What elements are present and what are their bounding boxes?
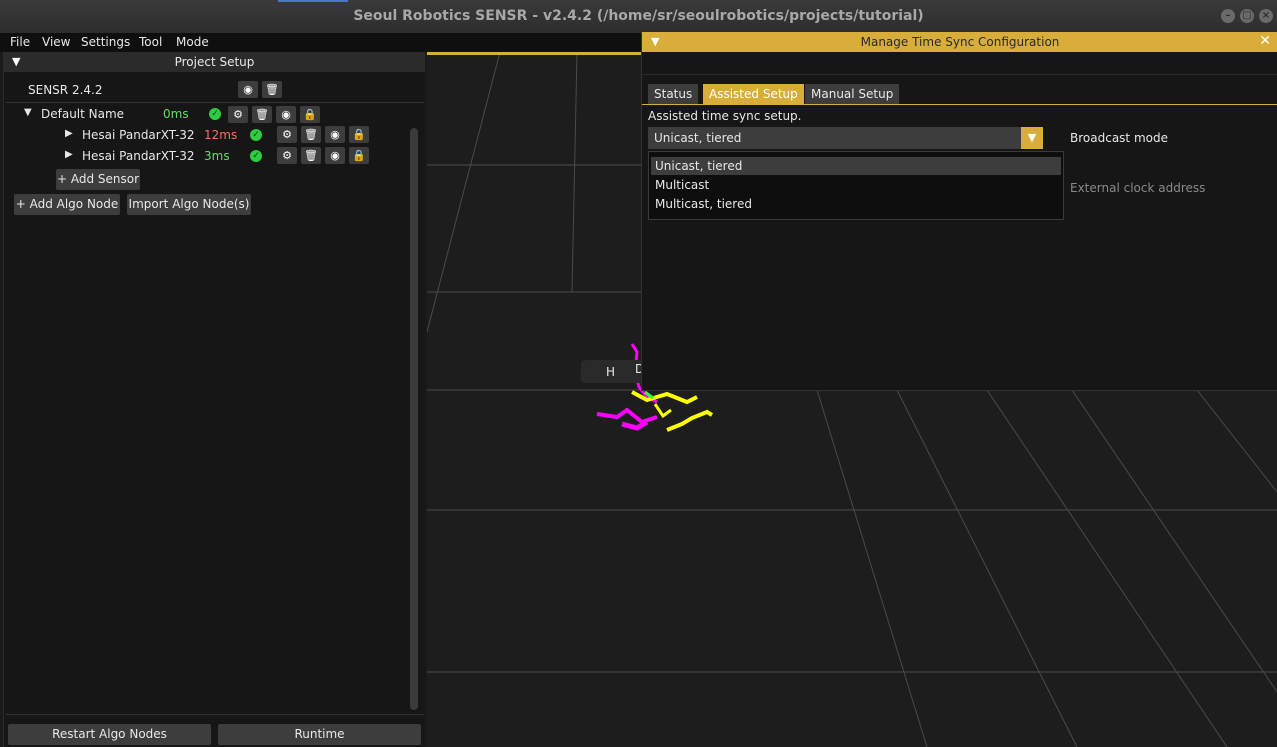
chevron-down-icon[interactable]: ▼ <box>1021 127 1043 149</box>
gear-icon[interactable]: ⚙ <box>228 106 248 123</box>
menu-mode[interactable]: Mode <box>176 35 209 49</box>
eye-icon[interactable]: ◉ <box>325 147 345 164</box>
menu-tool[interactable]: Tool <box>139 35 162 49</box>
close-window-icon[interactable]: × <box>1259 9 1273 23</box>
eye-icon[interactable]: ◉ <box>276 106 296 123</box>
gear-icon[interactable]: ⚙ <box>277 126 297 143</box>
restart-algo-nodes-button[interactable]: Restart Algo Nodes <box>8 724 211 745</box>
close-icon[interactable]: ✕ <box>1259 33 1271 49</box>
sensor-expand-icon[interactable]: ▶ <box>65 128 73 139</box>
status-ok-icon: ✓ <box>250 150 262 162</box>
sensor-expand-icon[interactable]: ▶ <box>65 149 73 160</box>
minimize-icon[interactable]: – <box>1221 9 1235 23</box>
status-ok-icon: ✓ <box>250 129 262 141</box>
titlebar-accent <box>278 0 348 2</box>
project-setup-header[interactable]: ▼ Project Setup <box>4 52 425 72</box>
option-multicast-tiered[interactable]: Multicast, tiered <box>651 195 1061 213</box>
project-setup-title: Project Setup <box>174 55 255 69</box>
group-name[interactable]: Default Name <box>41 107 124 121</box>
divider <box>642 74 1277 75</box>
add-algo-node-button[interactable]: + Add Algo Node <box>14 194 120 215</box>
lock-icon[interactable]: 🔒 <box>349 126 369 143</box>
add-sensor-button[interactable]: + Add Sensor <box>56 169 140 190</box>
runtime-button[interactable]: Runtime <box>218 724 421 745</box>
trash-icon[interactable]: 🗑 <box>262 81 282 98</box>
menu-view[interactable]: View <box>42 35 70 49</box>
scrollbar[interactable] <box>410 128 418 710</box>
menu-settings[interactable]: Settings <box>81 35 130 49</box>
time-sync-description: Assisted time sync setup. <box>648 109 802 123</box>
trash-icon[interactable]: 🗑 <box>301 147 321 164</box>
eye-icon[interactable]: ◉ <box>325 126 345 143</box>
tab-manual-setup[interactable]: Manual Setup <box>805 84 900 104</box>
lock-icon[interactable]: 🔒 <box>300 106 320 123</box>
window-titlebar: Seoul Robotics SENSR - v2.4.2 (/home/sr/… <box>0 0 1277 34</box>
option-unicast-tiered[interactable]: Unicast, tiered <box>651 157 1061 175</box>
tab-assisted-setup[interactable]: Assisted Setup <box>703 84 804 104</box>
trash-icon[interactable]: 🗑 <box>301 126 321 143</box>
option-multicast[interactable]: Multicast <box>651 176 1061 194</box>
eye-icon[interactable]: ◉ <box>238 81 258 98</box>
sensor-latency: 12ms <box>204 128 238 142</box>
broadcast-mode-value: Unicast, tiered <box>654 131 742 145</box>
group-expand-icon[interactable]: ▼ <box>24 107 32 118</box>
group-latency: 0ms <box>163 107 189 121</box>
viewport-tooltip: H D <box>581 360 644 383</box>
sensor-latency: 3ms <box>204 149 230 163</box>
sensr-version-label: SENSR 2.4.2 <box>28 83 103 97</box>
sensor-name[interactable]: Hesai PandarXT-32 <box>82 149 195 163</box>
gear-icon[interactable]: ⚙ <box>277 147 297 164</box>
project-setup-panel: ▼ Project Setup SENSR 2.4.2 ◉ 🗑 ▼ Defaul… <box>3 52 425 747</box>
tab-status[interactable]: Status <box>648 84 699 104</box>
broadcast-mode-label: Broadcast mode <box>1070 131 1168 145</box>
tooltip-text-1: H <box>606 365 616 379</box>
import-algo-nodes-button[interactable]: Import Algo Node(s) <box>127 194 251 215</box>
trash-icon[interactable]: 🗑 <box>252 106 272 123</box>
divider <box>6 102 424 103</box>
time-sync-header[interactable]: ▼ Manage Time Sync Configuration ✕ <box>642 32 1277 52</box>
broadcast-mode-select[interactable]: Unicast, tiered ▼ <box>648 127 1043 149</box>
divider <box>6 714 424 715</box>
lock-icon[interactable]: 🔒 <box>349 147 369 164</box>
time-sync-dialog: ▼ Manage Time Sync Configuration ✕ Statu… <box>641 32 1277 391</box>
menu-file[interactable]: File <box>10 35 30 49</box>
status-ok-icon: ✓ <box>209 108 221 120</box>
time-sync-title: Manage Time Sync Configuration <box>860 35 1060 49</box>
external-clock-label: External clock address <box>1070 181 1206 195</box>
tab-underline <box>642 104 1277 105</box>
broadcast-mode-options: Unicast, tiered Multicast Multicast, tie… <box>648 151 1064 220</box>
sensor-name[interactable]: Hesai PandarXT-32 <box>82 128 195 142</box>
maximize-icon[interactable]: □ <box>1240 9 1254 23</box>
window-title: Seoul Robotics SENSR - v2.4.2 (/home/sr/… <box>353 8 924 24</box>
